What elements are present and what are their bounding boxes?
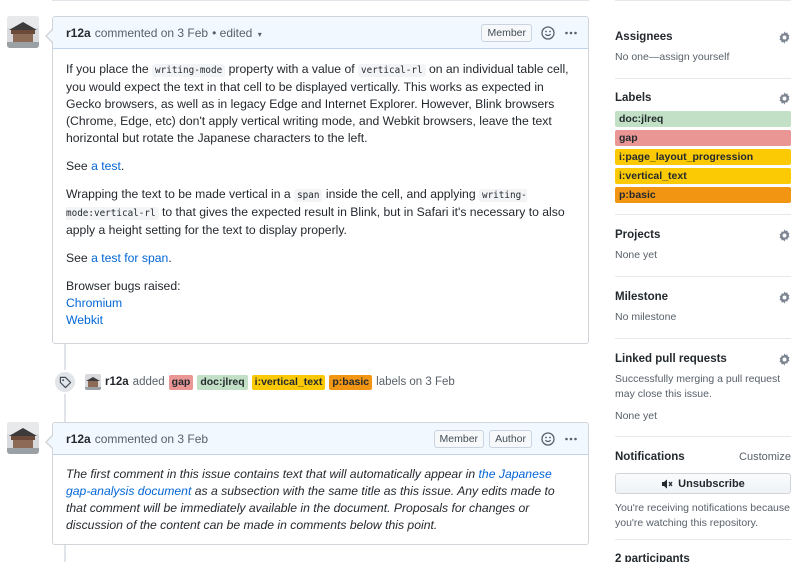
paragraph: The first comment in this issue contains…	[66, 467, 555, 532]
smiley-icon[interactable]	[541, 25, 555, 40]
label-doc-jlreq[interactable]: doc:jlreq	[197, 374, 248, 390]
chevron-down-icon: ▾	[257, 29, 262, 39]
projects-value: None yet	[615, 249, 658, 261]
mute-icon	[661, 478, 673, 490]
gear-icon[interactable]	[778, 290, 791, 304]
divider	[615, 214, 791, 215]
comment-body: If you place the writing-mode property w…	[53, 49, 588, 341]
sidebar-notifications: Notifications Customize Unsubscribe You'…	[615, 449, 791, 531]
label-vertical-text[interactable]: i:vertical_text	[615, 168, 791, 184]
paragraph: If you place the writing-mode property w…	[66, 62, 569, 145]
unsubscribe-button[interactable]: Unsubscribe	[615, 473, 791, 494]
linked-prs-value: None yet	[615, 410, 658, 422]
linked-prs-title: Linked pull requests	[615, 353, 727, 365]
event-suffix: labels on 3 Feb	[376, 376, 455, 388]
participants-title: 2 participants	[615, 553, 690, 562]
label-doc-jlreq[interactable]: doc:jlreq	[615, 111, 791, 127]
webkit-link[interactable]: Webkit	[66, 313, 103, 327]
assignees-title: Assignees	[615, 31, 673, 43]
comment: r12a commented on 3 Feb • edited ▾ Membe…	[45, 16, 589, 344]
paragraph: Wrapping the text to be made vertical in…	[66, 187, 565, 237]
smiley-icon[interactable]	[541, 431, 555, 446]
label-gap[interactable]: gap	[615, 130, 791, 146]
comment-author[interactable]: r12a	[66, 432, 91, 446]
timeline-line	[64, 544, 66, 562]
sidebar-labels: Labels doc:jlreq gap i:page_layout_progr…	[615, 90, 791, 206]
comment-timestamp[interactable]: commented on 3 Feb	[95, 432, 208, 446]
tag-icon	[53, 370, 77, 394]
divider	[615, 276, 791, 277]
sidebar-projects: Projects None yet	[615, 227, 791, 263]
label-p-basic[interactable]: p:basic	[329, 374, 373, 390]
sidebar-milestone: Milestone No milestone	[615, 289, 791, 325]
label-p-basic[interactable]: p:basic	[615, 187, 791, 203]
paragraph: See a test for span.	[66, 251, 172, 265]
comment-header: r12a commented on 3 Feb • edited ▾ Membe…	[53, 17, 588, 49]
sidebar-linked-prs: Linked pull requests Successfully mergin…	[615, 351, 791, 424]
sidebar-assignees: Assignees No one—assign yourself	[615, 29, 791, 65]
divider	[615, 338, 791, 339]
notifications-title: Notifications	[615, 451, 685, 463]
avatar[interactable]	[7, 422, 39, 454]
test-link[interactable]: a test	[91, 159, 121, 173]
sidebar-participants: 2 participants	[615, 551, 791, 562]
avatar[interactable]	[85, 374, 101, 390]
avatar[interactable]	[7, 16, 39, 48]
edited-label: • edited	[212, 25, 253, 40]
test-for-span-link[interactable]: a test for span	[91, 251, 168, 265]
paragraph: Browser bugs raised: Chromium Webkit	[66, 279, 181, 327]
comment: r12a commented on 3 Feb Member Author Th…	[45, 422, 589, 546]
kebab-menu-icon[interactable]	[564, 432, 578, 446]
notifications-reason: You're receiving notifications because y…	[615, 502, 790, 529]
label-vertical-text[interactable]: i:vertical_text	[251, 374, 326, 390]
kebab-menu-icon[interactable]	[564, 26, 578, 40]
projects-title: Projects	[615, 229, 661, 241]
edited-dropdown[interactable]: • edited ▾	[212, 26, 262, 40]
gear-icon[interactable]	[778, 352, 791, 366]
comment-author[interactable]: r12a	[66, 26, 91, 40]
gear-icon[interactable]	[778, 228, 791, 242]
paragraph: See a test.	[66, 159, 125, 173]
divider	[615, 539, 791, 540]
gear-icon[interactable]	[778, 30, 791, 44]
divider	[615, 436, 791, 437]
customize-link[interactable]: Customize	[739, 451, 791, 463]
sidebar-top-border	[615, 0, 791, 1]
unsubscribe-label: Unsubscribe	[678, 477, 745, 490]
comment-body: The first comment in this issue contains…	[53, 455, 588, 546]
label-gap[interactable]: gap	[168, 374, 194, 390]
author-badge: Author	[489, 429, 532, 448]
member-badge: Member	[433, 429, 485, 448]
milestone-title: Milestone	[615, 291, 669, 303]
comment-timestamp[interactable]: commented on 3 Feb	[95, 26, 208, 40]
label-event: r12a added gap doc:jlreq i:vertical_text…	[53, 369, 455, 395]
assignees-value[interactable]: No one—assign yourself	[615, 50, 791, 65]
comment-header: r12a commented on 3 Feb Member Author	[53, 423, 588, 455]
member-badge: Member	[481, 23, 532, 42]
chromium-link[interactable]: Chromium	[66, 296, 122, 310]
milestone-value: No milestone	[615, 311, 677, 323]
event-author[interactable]: r12a	[105, 376, 129, 388]
linked-prs-description: Successfully merging a pull request may …	[615, 373, 781, 400]
event-action: added	[132, 376, 165, 388]
prev-comment-border	[52, 0, 589, 1]
labels-title: Labels	[615, 92, 652, 104]
divider	[615, 78, 791, 79]
label-page-layout-progression[interactable]: i:page_layout_progression	[615, 149, 791, 165]
gear-icon[interactable]	[778, 91, 791, 105]
